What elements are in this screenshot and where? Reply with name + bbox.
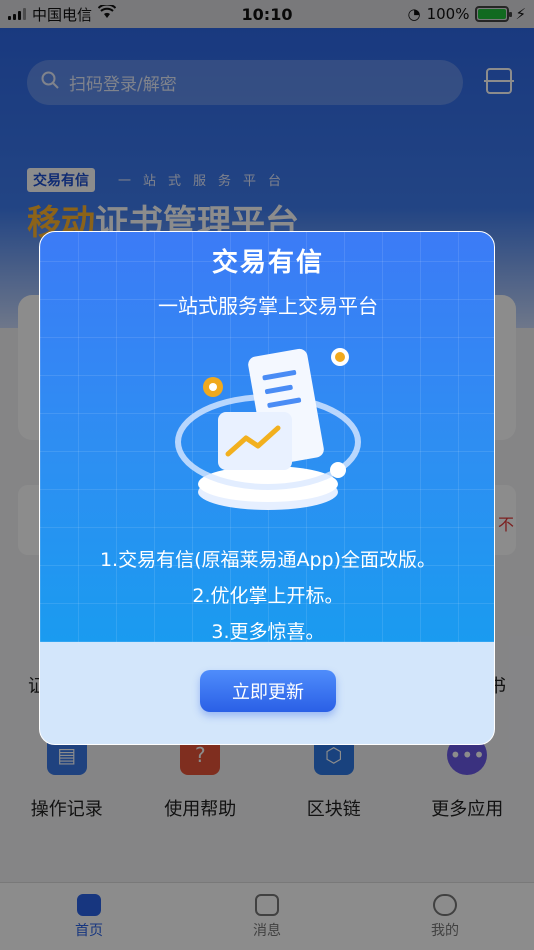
changelog-item: 2.优化掌上开标。 [192, 585, 344, 607]
changelog-item: 1.交易有信(原福莱易通App)全面改版。 [99, 549, 437, 571]
dialog-subtitle: 一站式服务掌上交易平台 [158, 294, 378, 318]
changelog: 1.交易有信(原福莱易通App)全面改版。 2.优化掌上开标。 3.更多惊喜。 [40, 542, 494, 650]
update-now-button[interactable]: 立即更新 [200, 670, 336, 712]
update-dialog: 交易有信 一站式服务掌上交易平台 1.交易有信(原福莱易通App)全面改版。 2… [39, 231, 495, 745]
document-illustration-icon [175, 348, 361, 510]
changelog-item: 3.更多惊喜。 [211, 621, 325, 643]
dialog-header: 交易有信 一站式服务掌上交易平台 1.交易有信(原福莱易通App)全面改版。 2… [40, 232, 494, 643]
dialog-title: 交易有信 [211, 248, 324, 278]
